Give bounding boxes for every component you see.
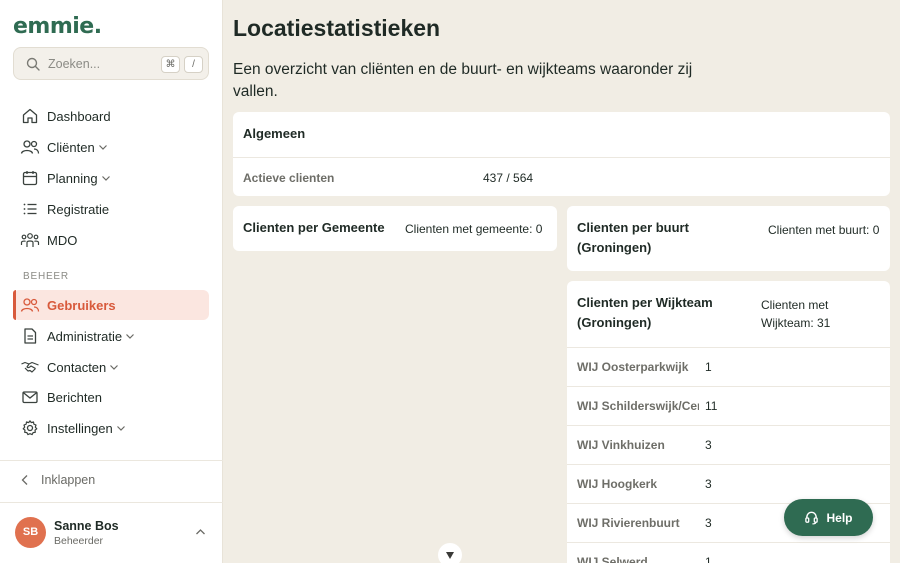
handshake-icon: [20, 357, 40, 377]
users-icon: [20, 137, 40, 157]
nav-item-mdo[interactable]: MDO: [13, 225, 209, 255]
collapse-label: Inklappen: [41, 473, 96, 487]
document-icon: [20, 326, 40, 346]
nav-label: Cliënten: [47, 139, 95, 155]
nav-label: Dashboard: [47, 108, 111, 124]
nav-item-gebruikers[interactable]: Gebruikers: [13, 290, 209, 320]
card-title: Algemeen: [243, 126, 306, 141]
chevron-down-icon: [116, 426, 125, 431]
team-icon: [20, 230, 40, 250]
mail-icon: [20, 387, 40, 407]
nav-label: Contacten: [47, 359, 107, 375]
nav-item-instellingen[interactable]: Instellingen: [13, 413, 209, 443]
app-logo[interactable]: emmie.: [13, 14, 102, 39]
nav-item-berichten[interactable]: Berichten: [13, 382, 209, 412]
wijkteam-row-name: WIJ Selwerd: [577, 555, 648, 563]
card-meta: Clienten met gemeente: 0: [405, 222, 543, 236]
triangle-down-icon: [446, 551, 454, 559]
chevron-down-icon: [110, 365, 119, 370]
card-title: Clienten per Wijkteam (Groningen): [577, 295, 713, 330]
search-icon: [26, 57, 40, 71]
nav-label: Berichten: [47, 389, 102, 405]
section-label-beheer: BEHEER: [23, 271, 69, 282]
wijkteam-row-value: 1: [705, 555, 712, 563]
divider: [567, 386, 890, 387]
help-label: Help: [826, 510, 853, 525]
sidebar-divider: [0, 460, 223, 461]
wijkteam-row-value: 11: [705, 399, 718, 413]
wijkteam-row-value: 1: [705, 360, 712, 374]
divider: [567, 425, 890, 426]
gemeente-card: Clienten per Gemeente Clienten met gemee…: [233, 206, 557, 251]
wijkteam-row-name: WIJ Vinkhuizen: [577, 438, 665, 452]
wijkteam-row-name: WIJ Schilderswijk/Centrum: [577, 399, 699, 413]
users-icon: [20, 295, 40, 315]
scroll-down-button[interactable]: [438, 543, 462, 563]
slash-key: /: [184, 56, 203, 73]
divider: [567, 347, 890, 348]
wijkteam-row-value: 3: [705, 438, 712, 452]
divider: [567, 542, 890, 543]
gear-icon: [20, 418, 40, 438]
user-role: Beheerder: [54, 535, 104, 547]
wijkteam-row-name: WIJ Oosterparkwijk: [577, 360, 689, 374]
sidebar: emmie. Zoeken... ⌘ / Dashboard Cliënten …: [0, 0, 223, 563]
avatar: SB: [15, 517, 46, 548]
nav-item-registratie[interactable]: Registratie: [13, 194, 209, 224]
list-icon: [20, 199, 40, 219]
nav-item-planning[interactable]: Planning: [13, 163, 209, 193]
card-title: Clienten per Gemeente: [243, 220, 385, 235]
card-meta: Clienten met buurt: 0: [768, 223, 880, 237]
nav-label: Registratie: [47, 201, 110, 217]
wijkteam-row-value: 3: [705, 477, 712, 491]
card-meta: Clienten met Wijkteam: 31: [761, 298, 831, 330]
chevron-up-icon: [196, 529, 205, 535]
wijkteam-row-name: WIJ Hoogkerk: [577, 477, 658, 491]
nav-item-clienten[interactable]: Cliënten: [13, 132, 209, 162]
nav-label: MDO: [47, 232, 78, 248]
chevron-down-icon: [98, 145, 107, 150]
page-title: Locatiestatistieken: [233, 15, 441, 41]
sidebar-divider: [0, 502, 223, 503]
headset-icon: [805, 511, 819, 525]
nav-label: Instellingen: [47, 420, 113, 436]
chevron-down-icon: [126, 334, 135, 339]
search-placeholder: Zoeken...: [48, 57, 101, 71]
nav-item-administratie[interactable]: Administratie: [13, 321, 209, 351]
nav-label: Administratie: [47, 328, 123, 344]
search-input[interactable]: Zoeken... ⌘ /: [13, 47, 209, 80]
collapse-button[interactable]: Inklappen: [20, 473, 95, 487]
nav-item-dashboard[interactable]: Dashboard: [13, 101, 209, 131]
calendar-icon: [20, 168, 40, 188]
nav-item-contacten[interactable]: Contacten: [13, 352, 209, 382]
home-icon: [20, 106, 40, 126]
buurt-card: Clienten per buurt (Groningen) Clienten …: [567, 206, 890, 271]
algemeen-card: Algemeen Actieve clienten 437 / 564: [233, 112, 890, 196]
chevron-down-icon: [101, 176, 110, 181]
help-button[interactable]: Help: [784, 499, 873, 536]
divider: [567, 464, 890, 465]
page-subtitle: Een overzicht van cliënten en de buurt- …: [233, 61, 693, 100]
wijkteam-row-name: WIJ Rivierenbuurt: [577, 516, 680, 530]
chevron-left-icon: [21, 475, 28, 485]
user-name: Sanne Bos: [54, 519, 119, 533]
active-clients-value: 437 / 564: [483, 171, 534, 185]
active-clients-label: Actieve clienten: [243, 171, 335, 185]
divider: [233, 157, 890, 158]
wijkteam-row-value: 3: [705, 516, 712, 530]
nav-label: Planning: [47, 170, 98, 186]
command-key-icon: ⌘: [161, 56, 180, 73]
card-title: Clienten per buurt (Groningen): [577, 220, 689, 255]
nav-label: Gebruikers: [47, 297, 116, 313]
user-menu[interactable]: SB Sanne Bos Beheerder: [15, 517, 210, 549]
